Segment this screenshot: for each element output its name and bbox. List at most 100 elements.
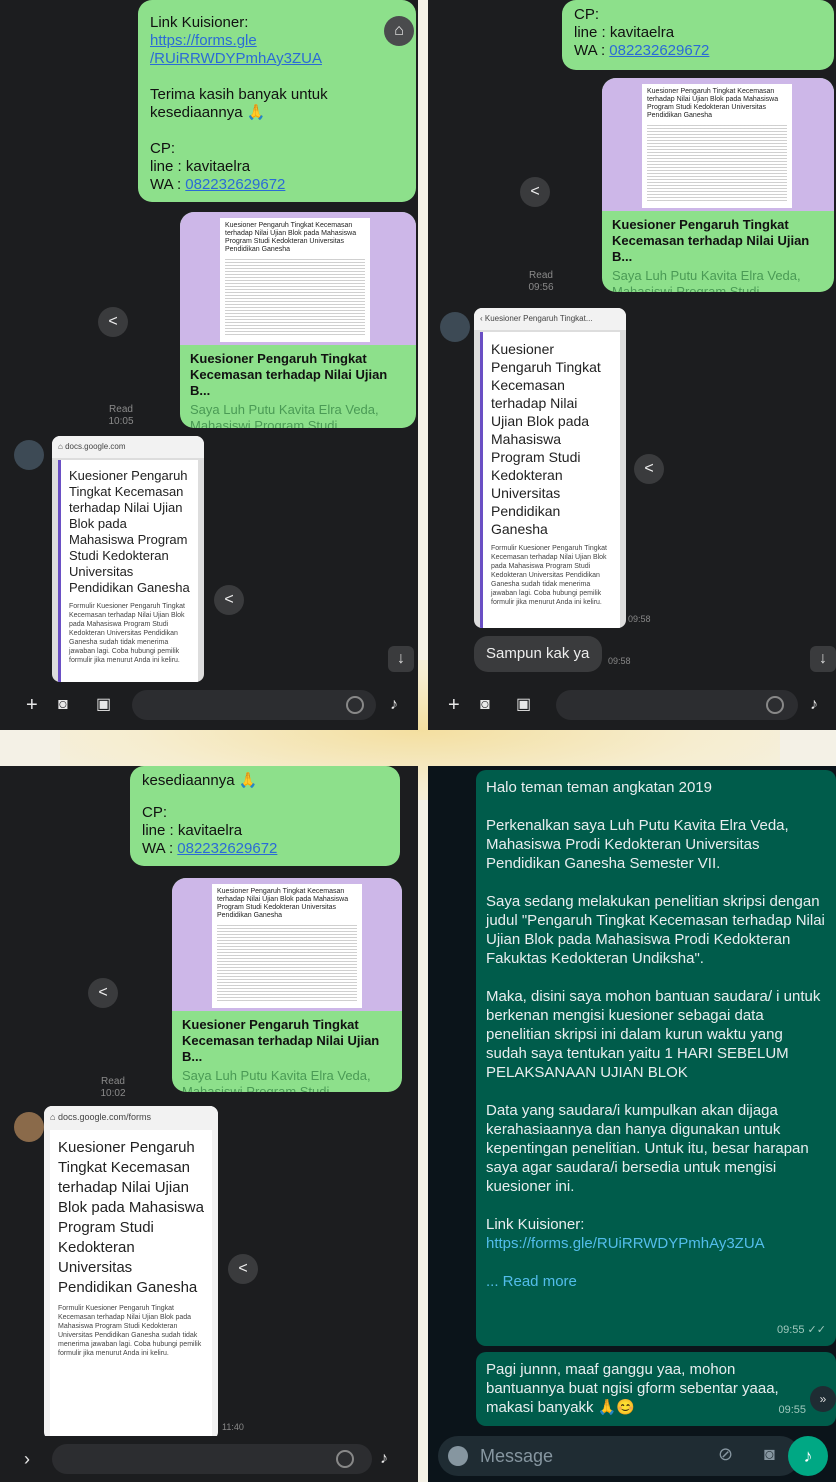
screenshot-image[interactable]: ‹ Kuesioner Pengaruh Tingkat... Kuesione… <box>474 308 626 628</box>
thanks-text: kesediaannya 🙏 <box>142 772 258 789</box>
wa-number[interactable]: 082232629672 <box>609 42 709 59</box>
plus-icon[interactable]: + <box>26 682 38 728</box>
share-icon[interactable]: < <box>520 177 550 207</box>
attach-icon[interactable]: ⊘ <box>718 1444 733 1465</box>
wa-prefix: WA : <box>150 176 186 193</box>
message-bubble-info: CP: line : kavitaelra WA : 082232629672 <box>562 0 834 70</box>
message-input[interactable] <box>132 690 376 720</box>
research-text: Saya sedang melakukan penelitian skripsi… <box>486 893 825 967</box>
browser-url-bar: ‹ Kuesioner Pengaruh Tingkat... <box>474 308 626 330</box>
input-bar: + ◙ ▣ ♪ <box>428 682 836 730</box>
emoji-icon[interactable] <box>346 696 364 714</box>
reminder-text: Pagi junnn, maaf ganggu yaa, mohon bantu… <box>486 1361 779 1416</box>
wa-number[interactable]: 082232629672 <box>177 840 277 857</box>
mic-icon[interactable]: ♪ <box>810 682 818 728</box>
avatar[interactable] <box>14 1112 44 1142</box>
chevron-right-icon[interactable]: › <box>24 1436 30 1482</box>
line-id: line : kavitaelra <box>150 158 251 175</box>
camera-icon[interactable]: ◙ <box>764 1444 775 1465</box>
scroll-down-icon[interactable]: ↓ <box>388 646 414 672</box>
wa-line: WA : 082232629672 <box>150 176 404 194</box>
cp-label: CP: <box>142 804 168 821</box>
message-time: 09:55 ✓✓ <box>776 1324 826 1336</box>
megaphone-icon[interactable]: ⌂ <box>384 16 414 46</box>
plus-icon[interactable]: + <box>448 682 460 728</box>
wa-prefix: WA : <box>574 42 610 59</box>
share-icon[interactable]: < <box>214 585 244 615</box>
message-bubble-info: kesediaannya 🙏 CP: line : kavitaelra WA … <box>130 766 400 866</box>
form-closed-text: Formulir Kuesioner Pengaruh Tingkat Kece… <box>69 603 185 664</box>
read-time: 09:56 <box>528 282 554 293</box>
scroll-down-icon[interactable]: » <box>810 1386 836 1412</box>
thanks-text: Terima kasih banyak untuk <box>150 86 328 103</box>
form-link[interactable]: https://forms.gle <box>150 32 404 50</box>
form-title: Kuesioner Pengaruh Tingkat Kecemasan ter… <box>58 1139 204 1296</box>
scroll-down-icon[interactable]: ↓ <box>810 646 836 672</box>
message-input[interactable] <box>52 1444 372 1474</box>
read-time: 10:05 <box>108 416 134 427</box>
image-icon[interactable]: ▣ <box>516 682 531 728</box>
intro-text: Perkenalkan saya Luh Putu Kavita Elra Ve… <box>486 817 789 872</box>
avatar[interactable] <box>14 440 44 470</box>
mic-icon[interactable]: ♪ <box>390 682 398 728</box>
message-bubble-info: Link Kuisioner: https://forms.gle /RUiRR… <box>138 0 416 202</box>
wa-number[interactable]: 082232629672 <box>185 176 285 193</box>
emoji-icon[interactable] <box>766 696 784 714</box>
mic-icon[interactable]: ♪ <box>788 1436 828 1476</box>
line-chat-panel-1: Link Kuisioner: https://forms.gle /RUiRR… <box>0 0 418 730</box>
share-icon[interactable]: < <box>634 454 664 484</box>
read-label: Read <box>529 270 553 281</box>
link-preview-card[interactable]: Kuesioner Pengaruh Tingkat Kecemasan ter… <box>172 878 402 1092</box>
card-title: Kuesioner Pengaruh Tingkat Kecemasan ter… <box>612 217 810 264</box>
wa-line: WA : 082232629672 <box>142 840 388 858</box>
emoji-icon[interactable] <box>448 1446 468 1466</box>
line-chat-panel-3: kesediaannya 🙏 CP: line : kavitaelra WA … <box>0 766 418 1482</box>
read-receipt: Read 10:05 <box>106 404 136 428</box>
wa-prefix: WA : <box>142 840 178 857</box>
privacy-text: Data yang saudara/i kumpulkan akan dijag… <box>486 1102 809 1195</box>
preview-image: Kuesioner Pengaruh Tingkat Kecemasan ter… <box>180 212 416 345</box>
input-bar: › ♪ <box>0 1436 418 1482</box>
form-title: Kuesioner Pengaruh Tingkat Kecemasan ter… <box>491 341 601 537</box>
message-bubble-reminder: Pagi junnn, maaf ganggu yaa, mohon bantu… <box>476 1352 836 1426</box>
wa-line: WA : 082232629672 <box>574 42 822 60</box>
screenshot-image[interactable]: ⌂ docs.google.com Kuesioner Pengaruh Tin… <box>52 436 204 682</box>
share-icon[interactable]: < <box>228 1254 258 1284</box>
message-input[interactable]: Message ⊘ ◙ <box>438 1436 800 1476</box>
input-bar: + ◙ ▣ ♪ <box>0 682 418 730</box>
read-more-link[interactable]: ... Read more <box>486 1272 826 1291</box>
whatsapp-chat-panel: Halo teman teman angkatan 2019 Perkenalk… <box>428 766 836 1482</box>
message-bubble-invitation: Halo teman teman angkatan 2019 Perkenalk… <box>476 770 836 1346</box>
collage: Link Kuisioner: https://forms.gle /RUiRR… <box>0 0 836 1482</box>
message-time: 09:58 <box>608 656 631 666</box>
camera-icon[interactable]: ◙ <box>58 682 68 728</box>
message-time: 11:40 <box>222 1422 244 1432</box>
request-text: Maka, disini saya mohon bantuan saudara/… <box>486 988 821 1081</box>
line-chat-panel-2: CP: line : kavitaelra WA : 082232629672 … <box>428 0 836 730</box>
doc-thumbnail: Kuesioner Pengaruh Tingkat Kecemasan ter… <box>642 84 792 208</box>
emoji-icon[interactable] <box>336 1450 354 1468</box>
read-receipt: Read 10:02 <box>98 1076 128 1100</box>
image-icon[interactable]: ▣ <box>96 682 111 728</box>
link-preview-card[interactable]: Kuesioner Pengaruh Tingkat Kecemasan ter… <box>180 212 416 428</box>
form-link[interactable]: https://forms.gle/RUiRRWDYPmhAy3ZUA <box>486 1234 826 1253</box>
link-preview-card[interactable]: Kuesioner Pengaruh Tingkat Kecemasan ter… <box>602 78 834 292</box>
doc-heading: Kuesioner Pengaruh Tingkat Kecemasan ter… <box>647 88 779 119</box>
url-text: docs.google.com <box>65 442 126 451</box>
cp-label: CP: <box>574 6 600 23</box>
form-link-cont[interactable]: /RUiRRWDYPmhAy3ZUA <box>150 50 404 68</box>
screenshot-image[interactable]: ⌂ docs.google.com/forms Kuesioner Pengar… <box>44 1106 218 1440</box>
mic-icon[interactable]: ♪ <box>380 1436 388 1482</box>
read-time: 10:02 <box>100 1088 126 1099</box>
share-icon[interactable]: < <box>88 978 118 1008</box>
doc-heading: Kuesioner Pengaruh Tingkat Kecemasan ter… <box>217 888 349 919</box>
camera-icon[interactable]: ◙ <box>480 682 490 728</box>
avatar[interactable] <box>440 312 470 342</box>
share-icon[interactable]: < <box>98 307 128 337</box>
form-closed-page: Kuesioner Pengaruh Tingkat Kecemasan ter… <box>50 1130 212 1440</box>
message-time: 09:55 <box>778 1404 806 1416</box>
browser-url-bar: ⌂ docs.google.com <box>52 436 204 458</box>
card-subtitle: Saya Luh Putu Kavita Elra Veda, Mahasisw… <box>190 402 379 428</box>
card-subtitle: Saya Luh Putu Kavita Elra Veda, Mahasisw… <box>612 268 801 292</box>
message-input[interactable] <box>556 690 798 720</box>
